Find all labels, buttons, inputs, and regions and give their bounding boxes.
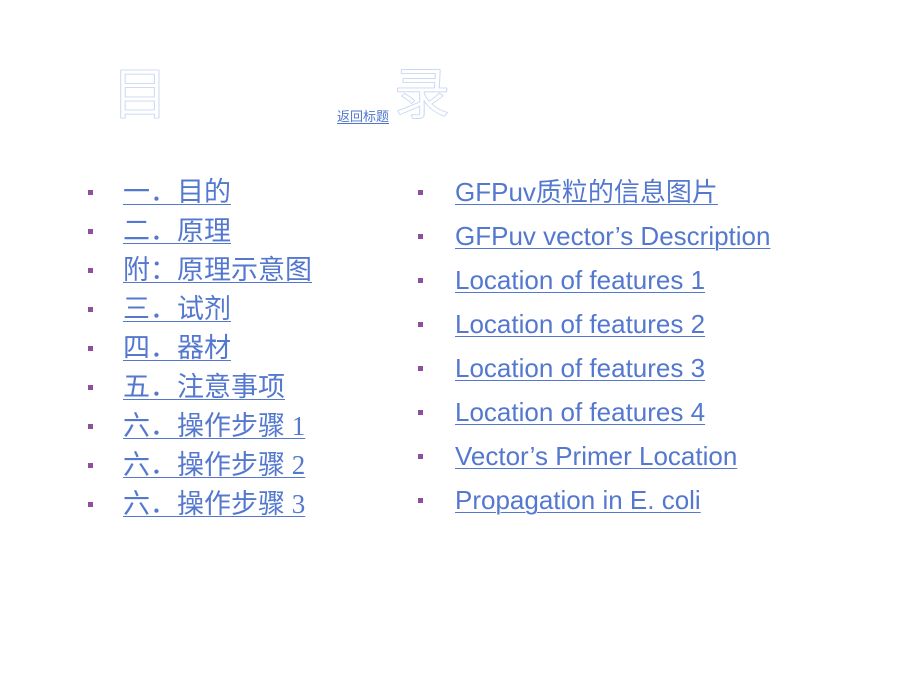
toc-link-right-4[interactable]: Location of features 2 <box>455 308 705 340</box>
bullet-icon <box>88 190 93 195</box>
list-item[interactable]: Location of features 2 <box>418 308 888 352</box>
list-item[interactable]: 二．原理 <box>88 215 408 254</box>
bullet-icon <box>88 502 93 507</box>
toc-link-right-8[interactable]: Propagation in E. coli <box>455 484 701 516</box>
list-item[interactable]: 六．操作步骤 2 <box>88 449 408 488</box>
slide-canvas: 目 录 返回标题 一．目的 二．原理 附：原理示意图 三．试剂 四．器材 五．注… <box>0 0 920 690</box>
toc-link-left-3[interactable]: 附：原理示意图 <box>123 254 312 286</box>
list-item[interactable]: 五．注意事项 <box>88 371 408 410</box>
bullet-icon <box>418 322 423 327</box>
toc-link-right-5[interactable]: Location of features 3 <box>455 352 705 384</box>
toc-link-right-1[interactable]: GFPuv质粒的信息图片 <box>455 176 718 208</box>
bullet-icon <box>418 366 423 371</box>
toc-left-column: 一．目的 二．原理 附：原理示意图 三．试剂 四．器材 五．注意事项 六．操作步… <box>88 176 408 527</box>
bullet-icon <box>88 229 93 234</box>
bullet-icon <box>88 385 93 390</box>
toc-link-left-9[interactable]: 六．操作步骤 3 <box>123 488 305 520</box>
toc-link-right-6[interactable]: Location of features 4 <box>455 396 705 428</box>
list-item[interactable]: GFPuv vector’s Description <box>418 220 888 264</box>
list-item[interactable]: Vector’s Primer Location <box>418 440 888 484</box>
list-item[interactable]: Location of features 4 <box>418 396 888 440</box>
bullet-icon <box>88 268 93 273</box>
toc-link-right-3[interactable]: Location of features 1 <box>455 264 705 296</box>
list-item[interactable]: 六．操作步骤 3 <box>88 488 408 527</box>
toc-link-right-2[interactable]: GFPuv vector’s Description <box>455 220 770 252</box>
bullet-icon <box>418 190 423 195</box>
bullet-icon <box>88 463 93 468</box>
list-item[interactable]: 一．目的 <box>88 176 408 215</box>
toc-link-left-8[interactable]: 六．操作步骤 2 <box>123 449 305 481</box>
list-item[interactable]: 六．操作步骤 1 <box>88 410 408 449</box>
toc-link-left-6[interactable]: 五．注意事项 <box>123 371 285 403</box>
list-item[interactable]: 四．器材 <box>88 332 408 371</box>
toc-right-column: GFPuv质粒的信息图片 GFPuv vector’s Description … <box>418 176 888 528</box>
bullet-icon <box>88 307 93 312</box>
list-item[interactable]: 三．试剂 <box>88 293 408 332</box>
toc-link-left-5[interactable]: 四．器材 <box>123 332 231 364</box>
bullet-icon <box>88 346 93 351</box>
toc-link-left-2[interactable]: 二．原理 <box>123 215 231 247</box>
bullet-icon <box>418 454 423 459</box>
toc-link-left-1[interactable]: 一．目的 <box>123 176 231 208</box>
list-item[interactable]: Location of features 3 <box>418 352 888 396</box>
list-item[interactable]: GFPuv质粒的信息图片 <box>418 176 888 220</box>
bullet-icon <box>418 410 423 415</box>
toc-link-right-7[interactable]: Vector’s Primer Location <box>455 440 737 472</box>
toc-link-left-7[interactable]: 六．操作步骤 1 <box>123 410 305 442</box>
list-item[interactable]: Propagation in E. coli <box>418 484 888 528</box>
bullet-icon <box>418 498 423 503</box>
toc-link-left-4[interactable]: 三．试剂 <box>123 293 231 325</box>
bullet-icon <box>88 424 93 429</box>
toc-columns: 一．目的 二．原理 附：原理示意图 三．试剂 四．器材 五．注意事项 六．操作步… <box>0 0 920 690</box>
list-item[interactable]: 附：原理示意图 <box>88 254 408 293</box>
bullet-icon <box>418 278 423 283</box>
list-item[interactable]: Location of features 1 <box>418 264 888 308</box>
bullet-icon <box>418 234 423 239</box>
